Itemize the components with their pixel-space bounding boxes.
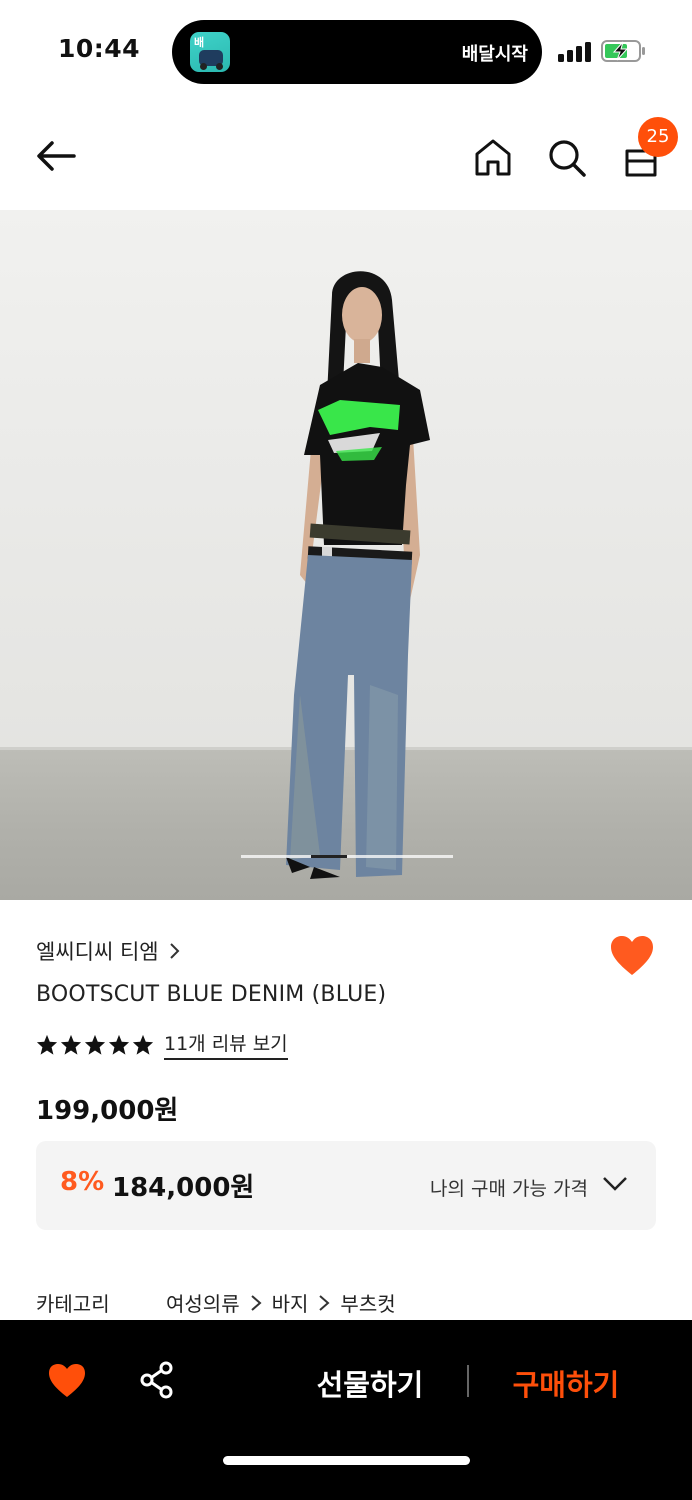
my-price-box[interactable]: 8% 184,000원 나의 구매 가능 가격	[36, 1141, 656, 1230]
battery-charging-icon	[601, 40, 645, 62]
discount-percent: 8%	[60, 1167, 105, 1197]
rating-row: 11개 리뷰 보기	[36, 1029, 288, 1060]
status-bar: 10:44 배 배달시작	[0, 0, 692, 100]
carousel-indicator-thumb	[311, 855, 347, 858]
review-link[interactable]: 11개 리뷰 보기	[164, 1029, 288, 1060]
heart-icon[interactable]	[609, 935, 655, 977]
bottom-action-bar: 선물하기 구매하기	[0, 1320, 692, 1500]
status-time: 10:44	[58, 34, 141, 63]
brand-link[interactable]: 엘씨디씨 티엠	[36, 936, 181, 966]
cart-count-badge: 25	[638, 117, 678, 157]
wishlist-heart-icon[interactable]	[47, 1363, 87, 1399]
my-price-label: 나의 구매 가능 가격	[430, 1178, 588, 1200]
category-breadcrumb: 여성의류 바지 부츠컷	[166, 1288, 396, 1317]
back-arrow-icon[interactable]	[34, 138, 78, 174]
brand-name: 엘씨디씨 티엠	[36, 940, 159, 964]
top-nav: 25	[0, 105, 692, 210]
star-icon	[36, 1034, 58, 1055]
breadcrumb-item[interactable]: 부츠컷	[340, 1288, 395, 1317]
carousel-indicator-track	[241, 855, 453, 858]
home-indicator[interactable]	[223, 1456, 470, 1465]
category-row: 카테고리 여성의류 바지 부츠컷	[36, 1288, 656, 1317]
category-label: 카테고리	[36, 1292, 110, 1316]
chevron-right-icon	[169, 943, 180, 959]
star-icon	[108, 1034, 130, 1055]
star-icon	[132, 1034, 154, 1055]
chevron-right-icon	[250, 1294, 262, 1311]
product-title: BOOTSCUT BLUE DENIM (BLUE)	[36, 982, 387, 1007]
star-icon	[84, 1034, 106, 1055]
breadcrumb-item[interactable]: 바지	[272, 1288, 309, 1317]
model-figure	[286, 271, 430, 879]
product-photo[interactable]	[0, 210, 692, 900]
delivery-app-label: 배	[194, 36, 205, 49]
chevron-right-icon	[319, 1294, 330, 1311]
gift-button[interactable]: 선물하기	[290, 1362, 450, 1404]
delivery-app-icon: 배	[190, 32, 230, 72]
buy-button[interactable]: 구매하기	[490, 1362, 642, 1404]
star-icon	[60, 1034, 82, 1055]
original-price: 199,000원	[36, 1096, 179, 1126]
discount-price: 184,000원	[112, 1173, 255, 1203]
button-divider	[467, 1365, 469, 1397]
home-icon[interactable]	[472, 137, 514, 177]
live-activity-text: 배달시작	[461, 44, 528, 65]
star-rating	[36, 1034, 156, 1056]
breadcrumb-item[interactable]: 여성의류	[166, 1288, 240, 1317]
cellular-signal-icon	[558, 40, 592, 62]
share-icon[interactable]	[138, 1361, 176, 1399]
search-icon[interactable]	[546, 137, 588, 179]
chevron-down-icon	[603, 1177, 627, 1191]
dynamic-island[interactable]: 배 배달시작	[172, 20, 542, 84]
